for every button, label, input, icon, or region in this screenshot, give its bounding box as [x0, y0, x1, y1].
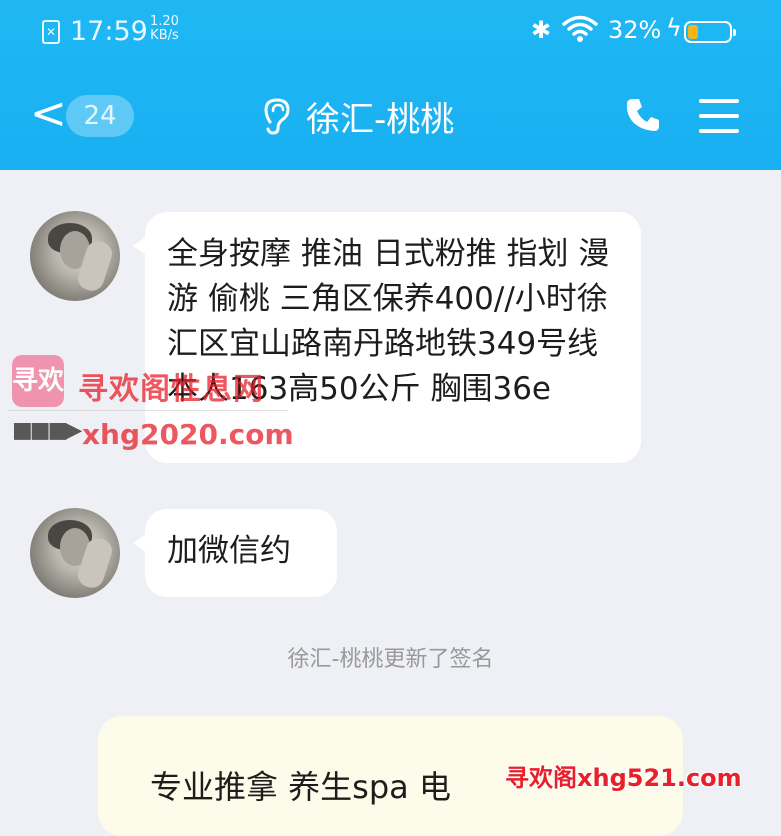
system-note: 徐汇-桃桃更新了签名	[287, 647, 494, 672]
network-speed-unit: KB/s	[150, 28, 179, 43]
battery-icon	[684, 21, 736, 43]
clock: 17:59	[70, 16, 148, 47]
ear-icon	[264, 98, 290, 135]
watermark-logo: 寻欢	[12, 355, 64, 407]
menu-line	[699, 129, 739, 133]
signature-text: 专业推拿 养生spa 电	[150, 768, 451, 806]
wifi-icon	[562, 15, 598, 42]
watermark-divider	[8, 410, 288, 411]
battery-fill	[688, 25, 699, 39]
avatar[interactable]	[30, 211, 120, 301]
phone-icon[interactable]	[624, 96, 662, 134]
battery-tip	[733, 29, 736, 36]
watermark-arrow-icon: ■■■▶	[12, 418, 82, 443]
watermark-site-url: xhg2020.com	[82, 418, 294, 451]
chat-title: 徐汇-桃桃	[306, 100, 455, 140]
bolt-icon: ϟ	[666, 14, 682, 42]
network-speed: 1.20 KB/s	[150, 15, 179, 43]
network-speed-value: 1.20	[150, 14, 179, 29]
status-bar: ✕ 17:59 1.20 KB/s ✱ 32% ϟ	[0, 0, 781, 60]
menu-icon[interactable]	[699, 99, 739, 133]
message-bubble[interactable]: 加微信约	[133, 509, 337, 597]
watermark-corner: 寻欢阁xhg521.com	[505, 764, 742, 792]
back-button[interactable]: <	[30, 92, 67, 136]
top-bar: ✕ 17:59 1.20 KB/s ✱ 32% ϟ < 24 徐汇-桃桃	[0, 0, 781, 170]
menu-line	[699, 99, 739, 103]
unread-count-badge[interactable]: 24	[66, 95, 134, 137]
bluetooth-icon: ✱	[531, 16, 552, 44]
watermark-site-name: 寻欢阁性息网	[78, 372, 264, 407]
menu-line	[699, 114, 739, 118]
sim-x-icon: ✕	[42, 20, 60, 44]
battery-percent: 32%	[608, 16, 662, 44]
avatar[interactable]	[30, 508, 120, 598]
